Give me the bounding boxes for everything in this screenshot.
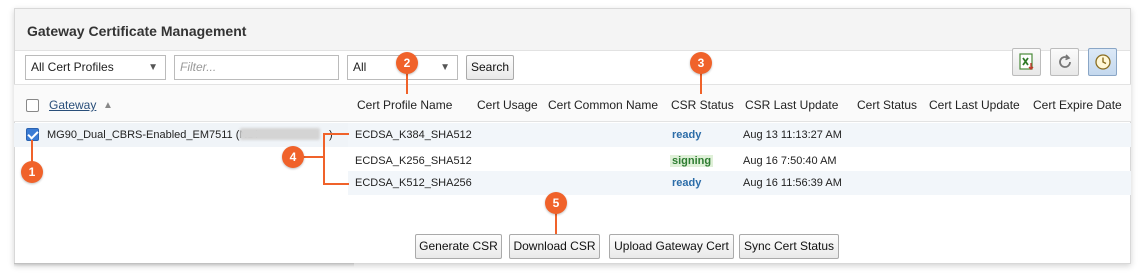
chevron-down-icon: ▼ (148, 62, 158, 73)
column-csr-last-update: CSR Last Update (745, 98, 839, 112)
column-gateway[interactable]: Gateway (49, 98, 96, 112)
callout-4: 4 (282, 146, 304, 168)
upload-gateway-cert-button[interactable]: Upload Gateway Cert (609, 234, 734, 259)
callout-4-bracket (323, 133, 325, 185)
row-3-csr-status: ready (672, 177, 702, 189)
select-all-checkbox[interactable] (26, 99, 39, 112)
excel-export-button[interactable] (1012, 48, 1041, 76)
panel-title: Gateway Certificate Management (27, 23, 247, 39)
filter-input[interactable]: Filter... (174, 55, 339, 80)
callout-2-leader (406, 72, 408, 94)
row-1-csr-status: ready (672, 129, 702, 141)
column-cert-status: Cert Status (857, 98, 918, 112)
gateway-name-suffix: ) (329, 129, 333, 141)
cert-profile-select[interactable]: All Cert Profiles ▼ (25, 55, 166, 80)
callout-4-tick-top (323, 133, 349, 135)
sync-cert-status-button[interactable]: Sync Cert Status (739, 234, 839, 259)
callout-1-leader (31, 140, 33, 162)
callout-5: 5 (545, 192, 567, 214)
refresh-button[interactable] (1050, 48, 1079, 76)
panel-header: Gateway Certificate Management (15, 9, 1130, 51)
generate-csr-button[interactable]: Generate CSR (415, 234, 502, 259)
column-cert-usage: Cert Usage (477, 98, 538, 112)
row-2-csr-last-update: Aug 16 7:50:40 AM (743, 155, 837, 167)
excel-export-icon (1019, 53, 1034, 70)
filter-placeholder: Filter... (180, 60, 217, 74)
row-2-csr-status: signing (670, 155, 714, 167)
callout-4-tick-bottom (323, 183, 349, 185)
row-2-profile: ECDSA_K256_SHA512 (355, 155, 472, 167)
download-csr-button[interactable]: Download CSR (509, 234, 600, 259)
clock-icon (1095, 54, 1111, 70)
chevron-down-icon: ▼ (440, 62, 450, 73)
redacted-serial (240, 128, 320, 140)
row-1-profile: ECDSA_K384_SHA512 (355, 129, 472, 141)
cert-profile-select-value: All Cert Profiles (31, 60, 114, 74)
column-cert-last-update: Cert Last Update (929, 98, 1020, 112)
callout-3-leader (700, 72, 702, 94)
row-3-profile: ECDSA_K512_SHA256 (355, 177, 472, 189)
gateway-name: MG90_Dual_CBRS-Enabled_EM7511 (NDi (47, 129, 258, 141)
row-1-csr-last-update: Aug 13 11:13:27 AM (743, 129, 842, 141)
callout-2: 2 (396, 52, 418, 74)
callout-4-leader (303, 156, 323, 158)
column-cert-common-name: Cert Common Name (548, 98, 659, 112)
callout-1: 1 (21, 161, 43, 183)
scope-select-value: All (353, 60, 367, 74)
column-cert-profile-name: Cert Profile Name (357, 98, 453, 112)
search-button[interactable]: Search (466, 55, 514, 80)
column-csr-status: CSR Status (671, 98, 734, 112)
sort-ascending-icon: ▲ (103, 100, 113, 111)
column-cert-expire-date: Cert Expire Date (1033, 98, 1122, 112)
refresh-icon (1059, 54, 1071, 68)
callout-3: 3 (690, 52, 712, 74)
row-3-csr-last-update: Aug 16 11:56:39 AM (743, 177, 842, 189)
auto-refresh-button[interactable] (1088, 48, 1117, 76)
panel-shadow (14, 263, 354, 267)
